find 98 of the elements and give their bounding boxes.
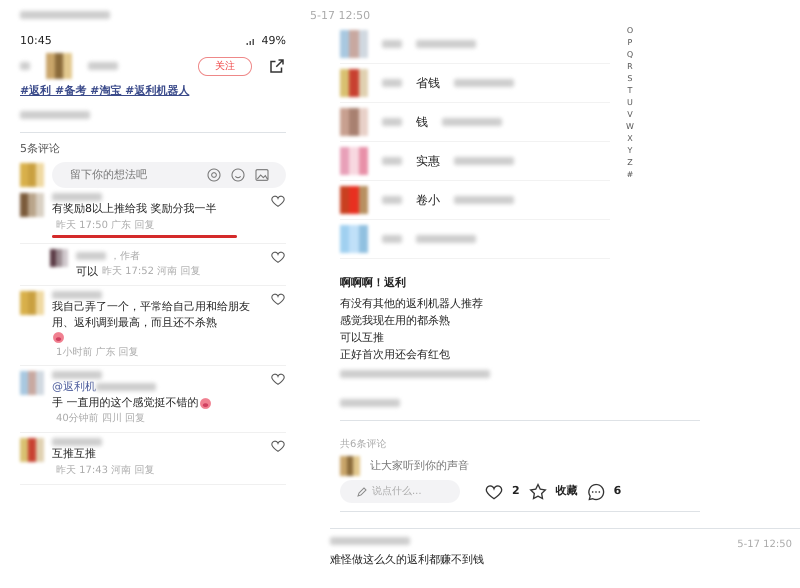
blurred-text	[76, 252, 106, 260]
avatar	[20, 193, 44, 217]
avatar	[20, 162, 44, 187]
blurred-text	[340, 398, 400, 406]
post-line: 感觉我现在用的都杀熟	[340, 313, 451, 329]
mention-icon	[206, 166, 222, 183]
blurred-text	[52, 438, 102, 446]
index-letter[interactable]: Y	[628, 144, 632, 156]
blurred-text	[382, 156, 402, 164]
index-letter[interactable]: P	[628, 36, 632, 48]
avatar	[340, 456, 360, 476]
post-line: 可以互推	[340, 330, 385, 346]
blurred-text	[52, 290, 102, 298]
contact-name[interactable]: 卷小	[416, 190, 440, 208]
blurred-text	[52, 371, 102, 379]
index-letter[interactable]: S	[627, 72, 632, 84]
index-letter[interactable]: W	[626, 120, 634, 132]
image-icon	[254, 166, 270, 183]
blurred-text	[454, 196, 514, 204]
avatar	[340, 186, 368, 214]
like-icon	[270, 371, 286, 387]
avatar	[340, 108, 368, 136]
index-letter[interactable]: X	[627, 132, 633, 144]
blurred-text	[382, 40, 402, 48]
star-icon	[528, 482, 548, 502]
emoji-icon	[230, 166, 246, 183]
comment-text: 手 一直用的这个感觉挺不错的	[52, 395, 198, 411]
comment-bar[interactable]: 留下你的想法吧	[52, 162, 286, 188]
comment-count: 6	[614, 483, 622, 500]
blurred-text	[382, 234, 402, 242]
avatar	[20, 371, 44, 395]
blurred-text	[52, 193, 102, 201]
pencil-icon	[356, 486, 368, 498]
blurred-text	[382, 118, 402, 126]
comment-icon	[586, 482, 606, 502]
blurred-text	[88, 62, 118, 70]
blurred-text	[416, 234, 476, 242]
avatar	[340, 68, 368, 96]
message-timestamp: 5-17 12:50	[737, 538, 792, 552]
comment-text: 有奖励8以上推给我 奖励分我一半	[52, 201, 216, 217]
share-icon	[268, 57, 286, 75]
avatar	[340, 30, 368, 58]
blurred-text	[454, 78, 514, 86]
comment-count: 共6条评论	[340, 438, 388, 452]
blurred-text	[382, 196, 402, 204]
index-letter[interactable]: V	[627, 108, 633, 120]
like-icon	[270, 438, 286, 454]
avatar	[46, 53, 72, 79]
like-icon	[270, 248, 286, 264]
comment-input[interactable]: 让大家听到你的声音	[368, 456, 548, 476]
contact-name[interactable]: 钱	[416, 112, 428, 130]
comment-meta: 40分钟前 四川 回复	[56, 412, 146, 426]
blurred-text	[442, 118, 502, 126]
comment-text: 我自己弄了一个，平常给自己用和给朋友用、返利调到最高，而且还不杀熟	[52, 298, 251, 330]
like-icon	[270, 290, 286, 306]
avatar	[20, 438, 44, 462]
index-letter[interactable]: R	[627, 60, 633, 72]
favorite-label: 收藏	[556, 483, 578, 500]
index-letter[interactable]: Z	[627, 156, 633, 168]
hashtags: #返利 #备考 #淘宝 #返利机器人	[20, 83, 190, 99]
mention-link[interactable]: @返利机	[52, 379, 96, 395]
post-line: 正好首次用还会有红包	[340, 347, 451, 363]
index-letter[interactable]: Q	[626, 48, 634, 60]
field-placeholder: 说点什么...	[372, 484, 422, 499]
blurred-text	[416, 40, 476, 48]
contact-name[interactable]: 实惠	[416, 152, 440, 170]
message-timestamp: 5-17 12:50	[310, 8, 372, 24]
comment-meta: 1小时前 广东 回复	[56, 346, 139, 358]
post-line: 有没有其他的返利机器人推荐	[340, 296, 484, 312]
comment-meta: 昨天 17:52 河南 回复	[102, 264, 200, 278]
avatar	[20, 290, 44, 314]
avatar	[340, 146, 368, 174]
blurred-text	[454, 156, 514, 164]
like-icon	[270, 193, 286, 209]
blurred-text	[382, 78, 402, 86]
avatar	[340, 224, 368, 252]
comment-input[interactable]: 留下你的想法吧	[68, 166, 206, 184]
comment-meta: 昨天 17:43 河南 回复	[56, 465, 154, 476]
index-letter[interactable]: O	[626, 24, 634, 36]
like-count: 2	[512, 483, 520, 500]
status-time: 10:45	[20, 32, 52, 48]
follow-button[interactable]: 关注	[198, 56, 252, 76]
index-letter[interactable]: #	[626, 168, 634, 180]
comment-count: 5条评论	[20, 141, 61, 157]
index-letter[interactable]: U	[627, 96, 633, 108]
index-letter[interactable]: T	[628, 84, 632, 96]
blurred-text	[20, 110, 90, 118]
post-title: 啊啊啊！返利	[340, 274, 407, 290]
avatar	[50, 248, 68, 266]
battery-level: 49%	[262, 32, 286, 48]
contact-name[interactable]: 省钱	[416, 74, 440, 92]
message-text: 难怪做这么久的返利都赚不到钱	[330, 552, 485, 568]
comment-text: 互推互推	[52, 446, 96, 462]
author-tag: ，作者	[110, 248, 140, 264]
blurred-text	[96, 383, 156, 391]
comment-text: 可以	[76, 264, 98, 280]
blurred-text	[20, 62, 30, 70]
comment-meta: 昨天 17:50 广东 回复	[56, 220, 154, 231]
